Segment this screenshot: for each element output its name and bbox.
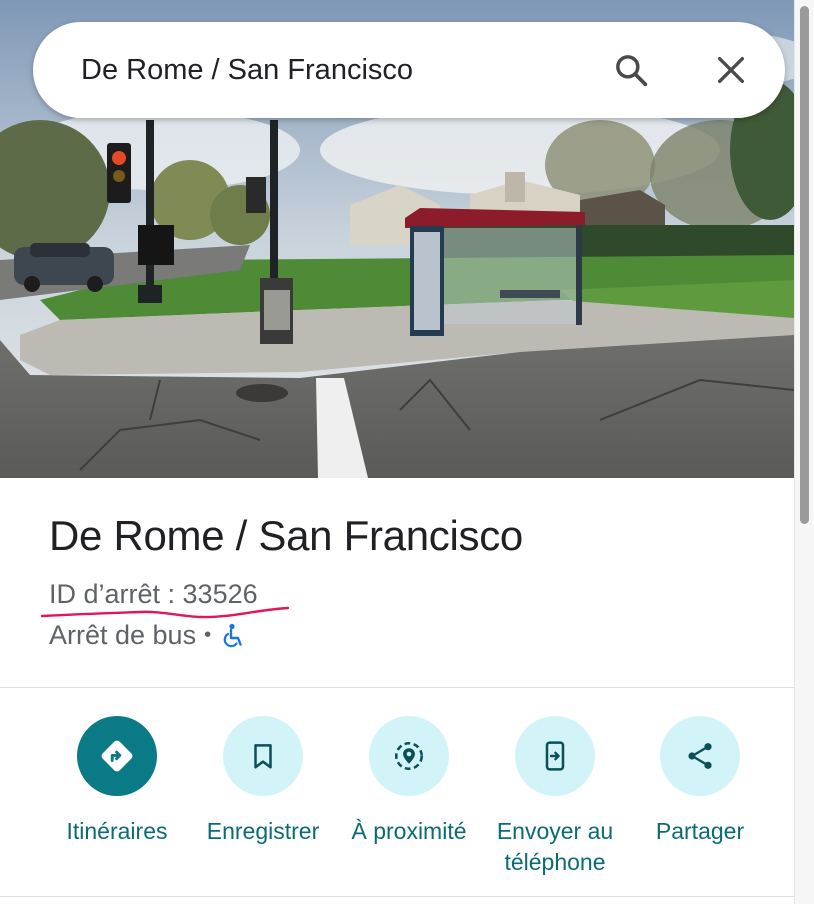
share-icon — [688, 743, 712, 769]
search-box — [33, 22, 785, 118]
send-to-phone-label: Envoyer au téléphone — [496, 818, 614, 875]
directions-icon — [101, 740, 133, 772]
bookmark-icon — [254, 744, 272, 769]
search-button[interactable] — [607, 46, 655, 94]
close-button[interactable] — [707, 46, 755, 94]
directions-circle — [77, 716, 157, 796]
share-button[interactable]: Partager — [625, 716, 775, 847]
save-button[interactable]: Enregistrer — [188, 716, 338, 847]
wheelchair-icon — [223, 623, 242, 647]
send-to-phone-button[interactable]: Envoyer au téléphone — [480, 716, 630, 878]
nearby-label: À proximité — [351, 818, 467, 844]
search-input[interactable] — [81, 51, 561, 89]
save-label: Enregistrer — [206, 818, 320, 844]
directions-label: Itinéraires — [66, 818, 168, 844]
separator-dot: • — [204, 624, 212, 646]
annotation-underline — [40, 606, 290, 619]
save-circle — [223, 716, 303, 796]
scrollbar-thumb[interactable] — [800, 6, 809, 524]
place-title: De Rome / San Francisco — [49, 512, 523, 559]
send-to-phone-circle — [515, 716, 595, 796]
directions-button[interactable]: Itinéraires — [42, 716, 192, 847]
place-type: Arrêt de bus — [49, 620, 197, 650]
nearby-icon — [394, 741, 424, 771]
nearby-circle — [369, 716, 449, 796]
share-circle — [660, 716, 740, 796]
place-type-line: Arrêt de bus • — [49, 620, 245, 651]
divider — [0, 896, 794, 897]
share-label: Partager — [655, 818, 745, 844]
divider — [0, 687, 794, 688]
nearby-button[interactable]: À proximité — [334, 716, 484, 847]
place-panel: De Rome / San Francisco ID d’arrêt : 335… — [0, 0, 794, 904]
send-to-phone-icon — [545, 741, 565, 771]
search-icon — [616, 55, 648, 87]
close-icon — [717, 56, 745, 84]
